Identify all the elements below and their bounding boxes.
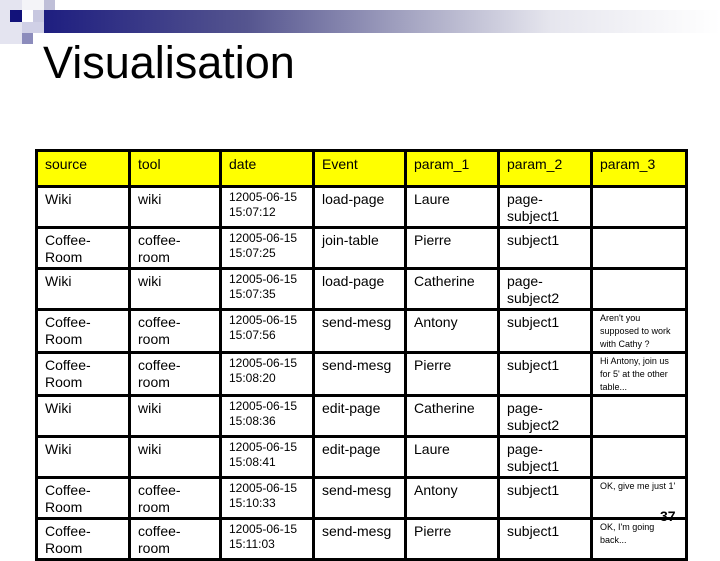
cell-param-3 <box>590 226 688 270</box>
deco-square <box>22 0 44 10</box>
cell-date: 12005-06-15 15:11:03 <box>219 517 315 561</box>
cell-source: Coffee-Room <box>35 226 131 270</box>
cell-date: 12005-06-15 15:07:56 <box>219 308 315 354</box>
cell-event: load-page <box>312 185 407 229</box>
cell-param-2: subject1 <box>497 308 593 354</box>
cell-param-1: Pierre <box>404 351 500 397</box>
cell-tool: wiki <box>128 394 222 438</box>
cell-source: Wiki <box>35 394 131 438</box>
cell-param-3: Aren't you supposed to work with Cathy ? <box>590 308 688 354</box>
cell-param-1: Antony <box>404 476 500 520</box>
cell-param-1: Catherine <box>404 267 500 311</box>
cell-tool: coffee-room <box>128 308 222 354</box>
column-header-param-3: param_3 <box>590 149 688 188</box>
cell-param-3: Hi Antony, join us for 5' at the other t… <box>590 351 688 397</box>
table-row: Wiki wiki 12005-06-15 15:07:12 load-page… <box>35 185 688 229</box>
cell-param-2: subject1 <box>497 517 593 561</box>
cell-param-1: Laure <box>404 185 500 229</box>
cell-source: Coffee-Room <box>35 476 131 520</box>
event-log-table: source tool date Event param_1 param_2 p… <box>35 149 688 561</box>
cell-event: send-mesg <box>312 351 407 397</box>
cell-source: Wiki <box>35 267 131 311</box>
cell-tool: coffee-room <box>128 517 222 561</box>
deco-square <box>22 33 33 44</box>
cell-param-2: page-subject1 <box>497 435 593 479</box>
table-row: Coffee-Room coffee-room 12005-06-15 15:1… <box>35 476 688 520</box>
cell-source: Coffee-Room <box>35 517 131 561</box>
cell-param-2: subject1 <box>497 476 593 520</box>
cell-param-3 <box>590 394 688 438</box>
cell-tool: coffee-room <box>128 476 222 520</box>
table-row: Coffee-Room coffee-room 12005-06-15 15:0… <box>35 226 688 270</box>
cell-tool: wiki <box>128 267 222 311</box>
cell-source: Coffee-Room <box>35 351 131 397</box>
cell-event: send-mesg <box>312 476 407 520</box>
cell-event: load-page <box>312 267 407 311</box>
cell-tool: wiki <box>128 435 222 479</box>
cell-param-2: page-subject1 <box>497 185 593 229</box>
cell-param-3 <box>590 267 688 311</box>
column-header-event: Event <box>312 149 407 188</box>
cell-source: Wiki <box>35 435 131 479</box>
page-number: 37 <box>660 508 676 524</box>
cell-source: Coffee-Room <box>35 308 131 354</box>
table-row: Coffee-Room coffee-room 12005-06-15 15:0… <box>35 351 688 397</box>
column-header-source: source <box>35 149 131 188</box>
cell-event: edit-page <box>312 435 407 479</box>
cell-param-2: subject1 <box>497 351 593 397</box>
cell-tool: coffee-room <box>128 226 222 270</box>
cell-event: send-mesg <box>312 308 407 354</box>
cell-date: 12005-06-15 15:08:20 <box>219 351 315 397</box>
table-row: Wiki wiki 12005-06-15 15:07:35 load-page… <box>35 267 688 311</box>
table-row: Wiki wiki 12005-06-15 15:08:36 edit-page… <box>35 394 688 438</box>
cell-date: 12005-06-15 15:08:36 <box>219 394 315 438</box>
cell-tool: wiki <box>128 185 222 229</box>
cell-param-1: Laure <box>404 435 500 479</box>
table-header-row: source tool date Event param_1 param_2 p… <box>35 149 688 188</box>
cell-param-1: Pierre <box>404 517 500 561</box>
column-header-param-2: param_2 <box>497 149 593 188</box>
column-header-param-1: param_1 <box>404 149 500 188</box>
cell-param-1: Catherine <box>404 394 500 438</box>
table-row: Coffee-Room coffee-room 12005-06-15 15:0… <box>35 308 688 354</box>
cell-date: 12005-06-15 15:07:12 <box>219 185 315 229</box>
table-row: Coffee-Room coffee-room 12005-06-15 15:1… <box>35 517 688 561</box>
deco-square <box>22 22 44 33</box>
cell-param-3 <box>590 185 688 229</box>
cell-param-3: OK, I'm going back... <box>590 517 688 561</box>
slide-title: Visualisation <box>43 37 295 88</box>
column-header-date: date <box>219 149 315 188</box>
cell-param-1: Pierre <box>404 226 500 270</box>
cell-source: Wiki <box>35 185 131 229</box>
cell-date: 12005-06-15 15:07:25 <box>219 226 315 270</box>
cell-event: join-table <box>312 226 407 270</box>
cell-tool: coffee-room <box>128 351 222 397</box>
cell-param-1: Antony <box>404 308 500 354</box>
title-banner <box>44 10 720 33</box>
deco-square <box>10 10 22 22</box>
cell-param-2: subject1 <box>497 226 593 270</box>
cell-event: send-mesg <box>312 517 407 561</box>
column-header-tool: tool <box>128 149 222 188</box>
cell-date: 12005-06-15 15:08:41 <box>219 435 315 479</box>
cell-param-3 <box>590 435 688 479</box>
deco-square <box>0 0 22 44</box>
cell-date: 12005-06-15 15:07:35 <box>219 267 315 311</box>
cell-event: edit-page <box>312 394 407 438</box>
cell-param-2: page-subject2 <box>497 394 593 438</box>
table-row: Wiki wiki 12005-06-15 15:08:41 edit-page… <box>35 435 688 479</box>
cell-param-2: page-subject2 <box>497 267 593 311</box>
cell-date: 12005-06-15 15:10:33 <box>219 476 315 520</box>
